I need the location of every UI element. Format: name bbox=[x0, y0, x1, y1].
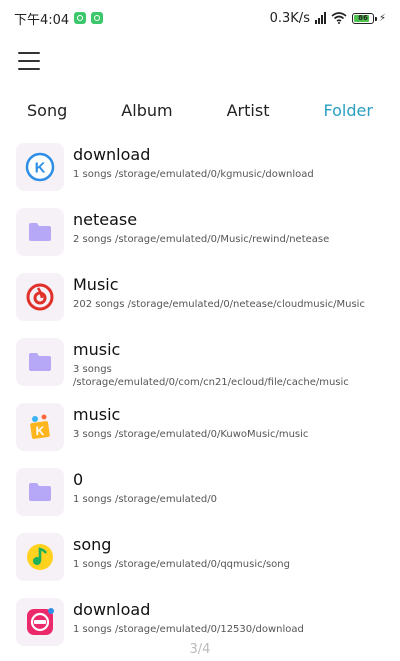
notification-app-icon bbox=[74, 12, 87, 24]
netease-cloud-music-icon bbox=[16, 273, 64, 321]
charging-icon: ⚡ bbox=[378, 12, 386, 24]
folder-name: 0 bbox=[73, 470, 84, 489]
folder-icon bbox=[16, 468, 64, 516]
folder-item[interactable]: music 3 songs /storage/emulated/0/com/cn… bbox=[0, 335, 400, 400]
folder-item[interactable]: K download 1 songs /storage/emulated/0/k… bbox=[0, 140, 400, 205]
menu-icon bbox=[18, 68, 40, 70]
folder-name: music bbox=[73, 405, 121, 424]
folder-meta: 1 songs /storage/emulated/0/qqmusic/song bbox=[73, 559, 290, 570]
notification-app-icon bbox=[91, 12, 104, 24]
kugou-icon: K bbox=[16, 143, 64, 191]
tab-song[interactable]: Song bbox=[21, 99, 73, 122]
folder-name: download bbox=[73, 145, 151, 164]
folder-meta: 1 songs /storage/emulated/0/kgmusic/down… bbox=[73, 169, 314, 180]
folder-name: download bbox=[73, 600, 151, 619]
folder-name: song bbox=[73, 535, 112, 554]
qq-music-icon bbox=[16, 533, 64, 581]
folder-meta: 3 songs /storage/emulated/0/KuwoMusic/mu… bbox=[73, 429, 309, 440]
tab-folder[interactable]: Folder bbox=[318, 99, 379, 122]
folder-name: Music bbox=[73, 275, 119, 294]
folder-item[interactable]: K music 3 songs /storage/emulated/0/Kuwo… bbox=[0, 400, 400, 465]
status-left: 下午4:04 bbox=[14, 9, 104, 28]
folder-name: netease bbox=[73, 210, 138, 229]
network-speed: 0.3K/s bbox=[269, 10, 310, 26]
battery-level: 86 bbox=[358, 14, 368, 22]
svg-text:K: K bbox=[36, 424, 45, 438]
folder-name: music bbox=[73, 340, 121, 359]
folder-icon bbox=[16, 208, 64, 256]
tab-artist[interactable]: Artist bbox=[221, 99, 276, 122]
svg-text:K: K bbox=[35, 160, 46, 177]
folder-item[interactable]: Music 202 songs /storage/emulated/0/nete… bbox=[0, 270, 400, 335]
wifi-icon bbox=[331, 12, 347, 24]
folder-item[interactable]: 0 1 songs /storage/emulated/0 bbox=[0, 465, 400, 530]
folder-item[interactable]: netease 2 songs /storage/emulated/0/Musi… bbox=[0, 205, 400, 270]
library-tabs: Song Album Artist Folder bbox=[0, 96, 400, 124]
folder-meta: 1 songs /storage/emulated/0/12530/downlo… bbox=[73, 624, 304, 635]
page-indicator: 3/4 bbox=[189, 642, 211, 657]
status-time: 下午4:04 bbox=[14, 12, 70, 28]
battery-icon: 86 bbox=[351, 12, 377, 24]
folder-meta: 202 songs /storage/emulated/0/netease/cl… bbox=[73, 299, 365, 310]
folder-meta: 2 songs /storage/emulated/0/Music/rewind… bbox=[73, 234, 330, 245]
kuwo-icon: K bbox=[16, 403, 64, 451]
folder-icon bbox=[16, 338, 64, 386]
menu-icon bbox=[18, 60, 40, 62]
folder-list: K download 1 songs /storage/emulated/0/k… bbox=[0, 140, 400, 660]
tab-album[interactable]: Album bbox=[115, 99, 178, 122]
signal-icon bbox=[314, 12, 326, 24]
folder-meta: 1 songs /storage/emulated/0 bbox=[73, 494, 217, 505]
folder-meta: 3 songs /storage/emulated/0/com/cn21/ecl… bbox=[73, 364, 349, 388]
folder-item[interactable]: song 1 songs /storage/emulated/0/qqmusic… bbox=[0, 530, 400, 595]
status-bar: 下午4:04 0.3K/s 86 ⚡ bbox=[0, 0, 400, 36]
status-right: 0.3K/s 86 ⚡ bbox=[270, 11, 386, 26]
menu-button[interactable] bbox=[18, 52, 40, 70]
menu-icon bbox=[18, 52, 40, 54]
